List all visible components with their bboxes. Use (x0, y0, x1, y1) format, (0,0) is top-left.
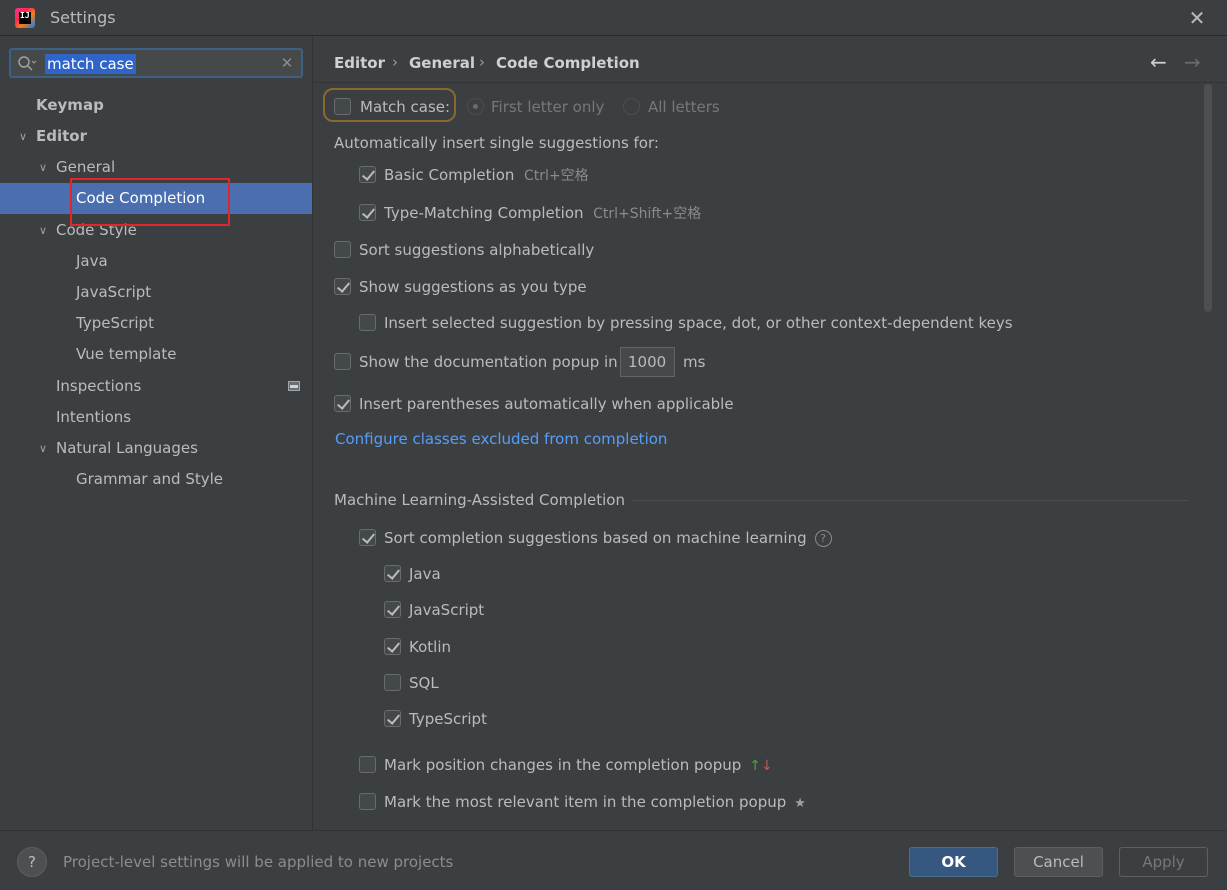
type-matching-checkbox[interactable] (359, 204, 376, 221)
chevron-down-icon[interactable]: ∨ (36, 215, 50, 246)
footer-message: Project-level settings will be applied t… (63, 853, 454, 871)
star-icon: ★ (794, 796, 806, 811)
insert-parens-checkbox[interactable] (334, 395, 351, 412)
sidebar-item-intentions[interactable]: Intentions (0, 402, 312, 433)
breadcrumb: Editor › General › Code Completion ← → (314, 37, 1227, 83)
settings-main-panel: Editor › General › Code Completion ← → M… (314, 37, 1227, 830)
breadcrumb-general[interactable]: General (409, 54, 475, 72)
ml-kotlin-label: Kotlin (409, 638, 451, 656)
ml-kotlin-checkbox[interactable] (384, 638, 401, 655)
insert-selected-checkbox[interactable] (359, 314, 376, 331)
section-divider (632, 500, 1188, 501)
mark-relevant-checkbox[interactable] (359, 793, 376, 810)
sidebar-item-javascript[interactable]: JavaScript (0, 277, 312, 308)
dialog-footer: ? Project-level settings will be applied… (0, 830, 1227, 890)
ok-button[interactable]: OK (909, 847, 998, 877)
all-letters-radio[interactable] (623, 98, 640, 115)
ml-sql-checkbox[interactable] (384, 674, 401, 691)
ms-label: ms (683, 353, 706, 371)
show-doc-popup-checkbox[interactable] (334, 353, 351, 370)
sidebar-item-natural-languages[interactable]: ∨ Natural Languages (0, 433, 312, 464)
forward-arrow-icon[interactable]: → (1184, 50, 1201, 74)
sidebar-item-keymap[interactable]: Keymap (0, 90, 312, 121)
configure-excluded-classes-link[interactable]: Configure classes excluded from completi… (335, 427, 667, 451)
show-as-you-type-checkbox[interactable] (334, 278, 351, 295)
project-scope-icon (288, 381, 300, 391)
ml-java-checkbox[interactable] (384, 565, 401, 582)
insert-selected-label: Insert selected suggestion by pressing s… (384, 314, 1013, 332)
up-down-arrows-icon: ↑↓ (749, 758, 773, 774)
sidebar-item-general[interactable]: ∨ General (0, 152, 312, 183)
apply-button[interactable]: Apply (1119, 847, 1208, 877)
type-matching-label: Type-Matching Completion Ctrl+Shift+空格 (384, 204, 702, 222)
search-input[interactable] (45, 53, 271, 75)
basic-completion-label: Basic Completion Ctrl+空格 (384, 166, 589, 184)
sidebar-item-code-completion[interactable]: Code Completion (0, 183, 312, 214)
basic-completion-checkbox[interactable] (359, 166, 376, 183)
chevron-down-icon[interactable]: ∨ (36, 152, 50, 183)
ml-sql-label: SQL (409, 674, 439, 692)
sidebar-item-grammar-and-style[interactable]: Grammar and Style (0, 464, 312, 495)
ml-typescript-label: TypeScript (409, 710, 487, 728)
back-arrow-icon[interactable]: ← (1150, 50, 1167, 74)
mark-position-checkbox[interactable] (359, 756, 376, 773)
ml-typescript-checkbox[interactable] (384, 710, 401, 727)
show-as-you-type-label: Show suggestions as you type (359, 278, 587, 296)
sidebar-item-typescript[interactable]: TypeScript (0, 308, 312, 339)
chevron-down-icon[interactable]: ∨ (16, 121, 30, 152)
help-icon[interactable]: ? (814, 530, 832, 547)
settings-sidebar: match case ✕ Keymap ∨ Editor ∨ General C… (0, 37, 313, 830)
show-doc-popup-label: Show the documentation popup in (359, 353, 618, 371)
doc-popup-delay-input[interactable] (620, 347, 675, 377)
sort-alphabetically-label: Sort suggestions alphabetically (359, 241, 595, 259)
breadcrumb-separator: › (479, 53, 485, 71)
ml-javascript-label: JavaScript (409, 601, 485, 619)
sidebar-item-vue-template[interactable]: Vue template (0, 339, 312, 370)
sidebar-item-java[interactable]: Java (0, 246, 312, 277)
breadcrumb-editor[interactable]: Editor (334, 54, 385, 72)
mark-relevant-label: Mark the most relevant item in the compl… (384, 793, 806, 811)
chevron-down-icon[interactable]: ∨ (36, 433, 50, 464)
help-button[interactable]: ? (17, 847, 47, 877)
cancel-button[interactable]: Cancel (1014, 847, 1103, 877)
first-letter-radio[interactable] (467, 98, 484, 115)
sidebar-item-inspections[interactable]: Inspections (0, 371, 312, 402)
scrollbar-thumb[interactable] (1204, 84, 1212, 312)
breadcrumb-separator: › (392, 53, 398, 71)
match-case-checkbox[interactable] (334, 98, 351, 115)
match-case-label: Match case: (360, 98, 451, 116)
all-letters-label: All letters (648, 98, 720, 116)
sidebar-item-editor[interactable]: ∨ Editor (0, 121, 312, 152)
search-icon[interactable] (17, 55, 37, 73)
close-icon[interactable]: ✕ (1186, 7, 1208, 29)
breadcrumb-code-completion: Code Completion (496, 54, 640, 72)
intellij-logo-icon: IJ (15, 8, 35, 28)
ml-javascript-checkbox[interactable] (384, 601, 401, 618)
search-box[interactable]: match case ✕ (9, 48, 303, 78)
clear-search-icon[interactable]: ✕ (277, 53, 297, 73)
first-letter-label: First letter only (491, 98, 605, 116)
ml-sort-label: Sort completion suggestions based on mac… (384, 526, 832, 550)
sort-alphabetically-checkbox[interactable] (334, 241, 351, 258)
mark-position-label: Mark position changes in the completion … (384, 756, 773, 774)
auto-insert-heading: Automatically insert single suggestions … (334, 134, 659, 152)
window-title: Settings (50, 8, 116, 27)
ml-java-label: Java (409, 565, 441, 583)
title-bar: IJ Settings ✕ (0, 0, 1227, 36)
ml-sort-checkbox[interactable] (359, 529, 376, 546)
settings-content: Match case: First letter only All letter… (314, 84, 1227, 830)
ml-section-heading: Machine Learning-Assisted Completion (334, 491, 625, 509)
insert-parens-label: Insert parentheses automatically when ap… (359, 395, 734, 413)
sidebar-item-code-style[interactable]: ∨ Code Style (0, 215, 312, 246)
